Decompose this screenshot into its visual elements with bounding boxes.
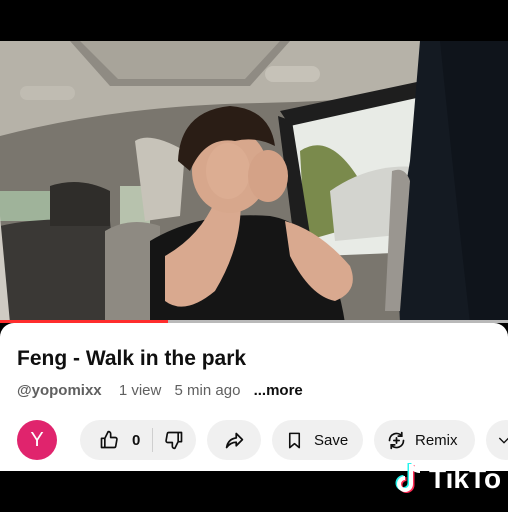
- tiktok-text: TikTo: [429, 463, 502, 494]
- share-button[interactable]: [207, 420, 261, 460]
- tiktok-logo-icon: [395, 463, 421, 493]
- like-count: 0: [132, 431, 141, 449]
- channel-handle[interactable]: @yopomixx: [17, 382, 102, 399]
- video-meta: @yopomixx 1 view 5 min ago ...more: [17, 382, 312, 399]
- bookmark-icon: [288, 432, 301, 448]
- like-divider: [152, 428, 154, 452]
- video-details-sheet: Feng - Walk in the park @yopomixx 1 view…: [0, 323, 508, 471]
- video-frame: [0, 41, 508, 323]
- upload-time: 5 min ago: [174, 382, 241, 399]
- like-button[interactable]: 0: [99, 430, 140, 450]
- remix-icon: [388, 431, 405, 449]
- view-count: 1 view: [118, 382, 162, 399]
- chevron-down-icon: [498, 437, 508, 444]
- channel-avatar[interactable]: Y: [17, 420, 57, 460]
- share-icon: [225, 432, 243, 448]
- more-actions-button[interactable]: [486, 420, 508, 460]
- like-dislike-group: 0: [80, 420, 196, 460]
- video-title: Feng - Walk in the park: [17, 347, 247, 370]
- save-button[interactable]: Save: [272, 420, 363, 460]
- tiktok-watermark: TikTo: [393, 462, 501, 496]
- top-black-bar: [0, 0, 508, 41]
- thumbs-down-icon: [165, 431, 183, 450]
- video-player[interactable]: [0, 41, 508, 323]
- more-link[interactable]: ...more: [254, 382, 303, 399]
- save-label: Save: [314, 431, 349, 449]
- thumbs-up-icon: [100, 430, 118, 449]
- remix-label: Remix: [415, 431, 458, 449]
- remix-button[interactable]: Remix: [374, 420, 475, 460]
- dislike-button[interactable]: [164, 430, 184, 450]
